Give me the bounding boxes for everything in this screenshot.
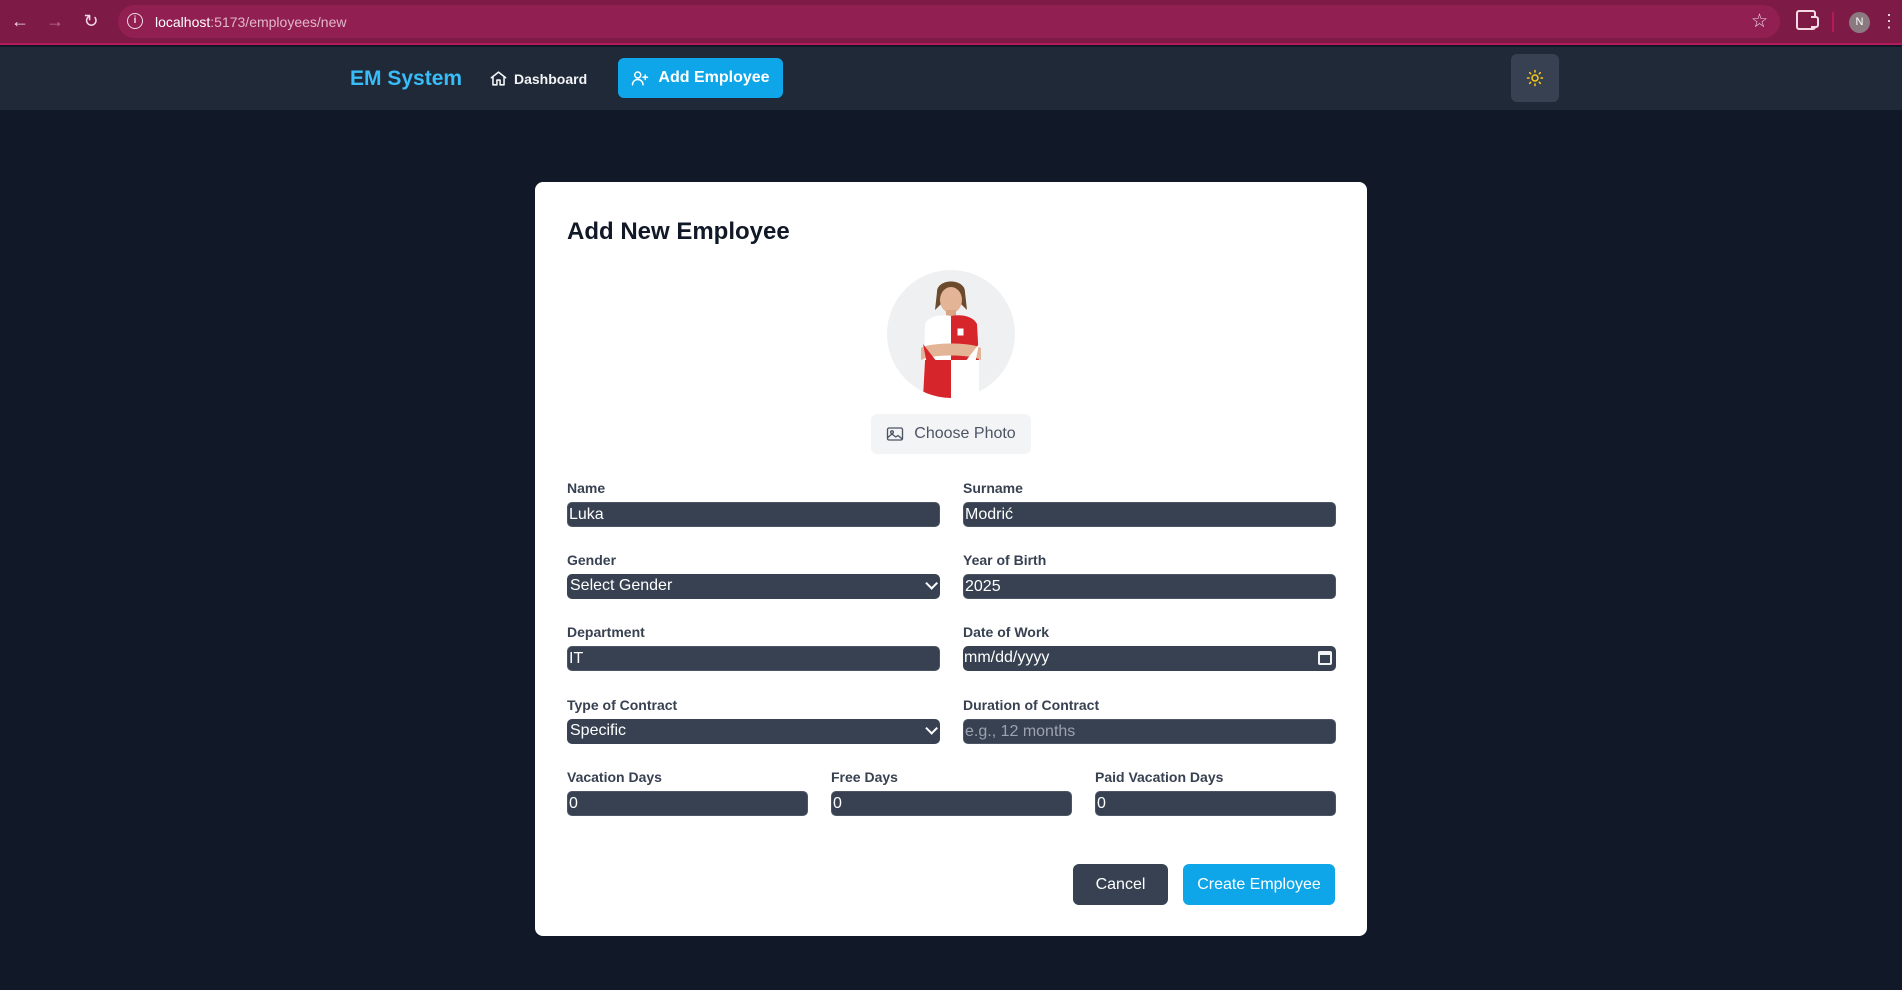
app-navbar: EM System Dashboard Add Employee (0, 47, 1902, 110)
free-days-input[interactable] (831, 791, 1072, 816)
date-of-work-value: mm/dd/yyyy (964, 649, 1050, 666)
create-employee-button[interactable]: Create Employee (1183, 864, 1335, 905)
choose-photo-button[interactable]: Choose Photo (871, 414, 1031, 454)
name-input[interactable] (567, 502, 940, 527)
forward-arrow-icon[interactable]: → (42, 8, 68, 34)
gender-label: Gender (567, 552, 617, 568)
vacation-days-label: Vacation Days (567, 769, 662, 785)
back-arrow-icon[interactable]: ← (7, 8, 33, 34)
profile-avatar[interactable]: N (1849, 12, 1870, 33)
gender-select-value: Select Gender (570, 577, 673, 594)
url-text[interactable]: localhost:5173/employees/new (155, 14, 346, 30)
paid-vacation-days-input[interactable] (1095, 791, 1336, 816)
url-host: localhost (155, 14, 211, 30)
nav-add-employee[interactable]: Add Employee (618, 58, 783, 98)
add-employee-card: Add New Employee Choose Photo Name Su (535, 182, 1367, 936)
department-label: Department (567, 624, 645, 640)
browser-menu-icon[interactable]: ⋮ (1880, 9, 1898, 35)
vacation-days-input[interactable] (567, 791, 808, 816)
address-bar[interactable]: i localhost:5173/employees/new ☆ (118, 5, 1780, 38)
duration-of-contract-input[interactable] (963, 719, 1336, 744)
choose-photo-label: Choose Photo (914, 425, 1016, 442)
site-info-icon[interactable]: i (127, 13, 143, 29)
surname-input[interactable] (963, 502, 1336, 527)
type-of-contract-label: Type of Contract (567, 697, 678, 713)
date-of-work-label: Date of Work (963, 624, 1050, 640)
gender-select[interactable]: Select Gender (567, 574, 940, 599)
chevron-down-icon (925, 722, 938, 735)
type-of-contract-select[interactable]: Specific (567, 719, 940, 744)
bookmark-star-icon[interactable]: ☆ (1751, 10, 1768, 33)
nav-add-employee-label: Add Employee (658, 69, 770, 86)
user-plus-icon (632, 71, 649, 86)
name-label: Name (567, 480, 606, 496)
chevron-down-icon (925, 577, 938, 590)
nav-dashboard-label: Dashboard (514, 70, 588, 87)
brand-logo[interactable]: EM System (350, 67, 462, 91)
duration-of-contract-label: Duration of Contract (963, 697, 1100, 713)
date-of-work-input[interactable]: mm/dd/yyyy (963, 646, 1336, 671)
employee-photo (887, 270, 1015, 398)
theme-toggle-button[interactable] (1511, 54, 1559, 102)
paid-vacation-days-label: Paid Vacation Days (1095, 769, 1224, 785)
browser-toolbar: ← → ↻ i localhost:5173/employees/new ☆ N… (0, 0, 1902, 45)
url-path: :5173/employees/new (210, 14, 347, 30)
cancel-button[interactable]: Cancel (1073, 864, 1168, 905)
year-of-birth-input[interactable] (963, 574, 1336, 599)
extensions-icon[interactable] (1796, 10, 1819, 30)
toolbar-divider (1832, 12, 1834, 32)
free-days-label: Free Days (831, 769, 898, 785)
sun-icon (1526, 69, 1544, 87)
surname-label: Surname (963, 480, 1023, 496)
department-input[interactable] (567, 646, 940, 671)
type-of-contract-value: Specific (570, 722, 627, 739)
employee-photo-image (921, 281, 981, 398)
year-of-birth-label: Year of Birth (963, 552, 1047, 568)
calendar-icon[interactable] (1318, 651, 1332, 665)
page-title: Add New Employee (567, 218, 790, 245)
home-icon (490, 71, 507, 86)
image-icon (887, 427, 904, 441)
nav-dashboard[interactable]: Dashboard (489, 69, 587, 88)
reload-icon[interactable]: ↻ (78, 8, 104, 34)
